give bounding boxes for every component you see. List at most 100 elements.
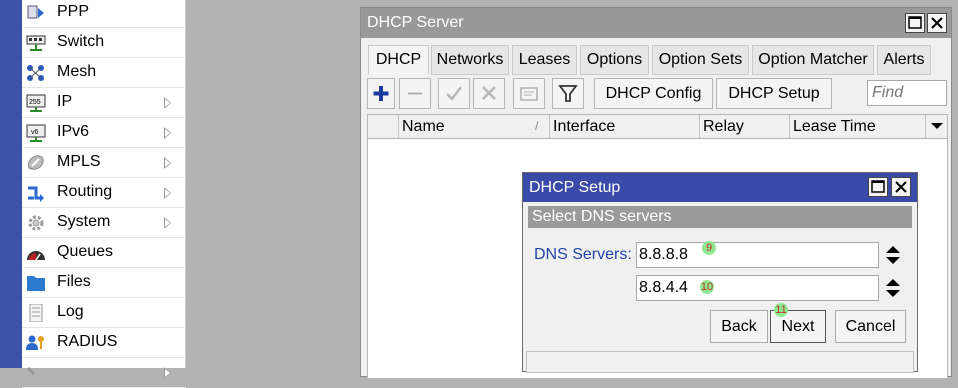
column-header-relay[interactable]: Relay — [699, 115, 789, 138]
step-header: Select DNS servers — [528, 206, 912, 228]
radius-users-icon — [26, 335, 44, 350]
close-button[interactable] — [927, 13, 947, 33]
submenu-arrow-icon — [164, 127, 171, 139]
menu-item-label: IP — [57, 93, 73, 110]
column-header-name[interactable]: Name / — [398, 115, 549, 138]
filter-button[interactable] — [552, 78, 584, 109]
dialog-maximize-button[interactable] — [868, 177, 888, 197]
disable-button[interactable] — [473, 78, 505, 109]
tab-networks[interactable]: Networks — [431, 45, 509, 75]
dns-server-2-spinner-icon[interactable] — [885, 277, 901, 299]
menu-item-label: RADIUS — [57, 333, 118, 350]
menu-item-label: Mesh — [57, 63, 97, 80]
sort-indicator-icon: / — [535, 119, 539, 133]
menu-item-label: IPv6 — [57, 123, 90, 140]
tab-alerts[interactable]: Alerts — [877, 45, 931, 75]
maximize-button[interactable] — [905, 13, 925, 33]
menu-item-label: Routing — [57, 183, 113, 200]
dialog-status-bar — [526, 351, 914, 373]
close-icon — [931, 17, 943, 29]
log-icon — [29, 304, 43, 322]
dhcp-setup-button[interactable]: DHCP Setup — [716, 78, 832, 109]
svg-text:255: 255 — [29, 99, 41, 106]
tab-option-matcher[interactable]: Option Matcher — [752, 45, 874, 75]
dhcp-config-button[interactable]: DHCP Config — [594, 78, 713, 109]
menu-item-switch[interactable]: Switch — [22, 28, 186, 58]
submenu-arrow-icon — [164, 187, 171, 199]
dns-servers-label: DNS Servers: — [534, 246, 632, 263]
menu-item-label: Files — [57, 273, 91, 290]
cancel-button[interactable]: Cancel — [835, 310, 906, 343]
check-icon — [446, 86, 462, 101]
menu-item-system[interactable]: System — [22, 208, 186, 238]
plus-icon — [373, 86, 389, 101]
system-gear-icon — [28, 215, 44, 231]
dialog-titlebar[interactable]: DHCP Setup — [523, 173, 917, 202]
main-menu-sidebar: PPP Switch Mesh 255 IP v6 IPv6 MPLS Rout… — [22, 0, 186, 388]
window-titlebar[interactable]: DHCP Server — [361, 8, 951, 38]
queues-icon — [27, 251, 45, 261]
find-input[interactable] — [867, 80, 947, 106]
submenu-arrow-icon — [164, 157, 171, 169]
menu-item-log[interactable]: Log — [22, 298, 186, 328]
svg-text:v6: v6 — [31, 129, 39, 136]
annotation-marker-10: 10 — [700, 280, 714, 294]
maximize-icon — [871, 180, 885, 193]
comment-button[interactable] — [513, 78, 545, 109]
menu-item-files[interactable]: Files — [22, 268, 186, 298]
menu-item-ip[interactable]: 255 IP — [22, 88, 186, 118]
mesh-icon — [27, 65, 44, 81]
comment-icon — [520, 87, 538, 101]
ppp-icon — [27, 5, 44, 19]
back-button[interactable]: Back — [710, 310, 768, 343]
menu-item-mesh[interactable]: Mesh — [22, 58, 186, 88]
close-icon — [895, 181, 907, 193]
submenu-arrow-icon — [164, 217, 171, 229]
routing-icon — [28, 186, 44, 202]
tab-dhcp[interactable]: DHCP — [368, 45, 429, 75]
ip-icon: 255 — [26, 94, 46, 112]
dns-server-1-spinner-icon[interactable] — [885, 244, 901, 266]
dialog-close-button[interactable] — [891, 177, 911, 197]
menu-item-label: Queues — [57, 243, 114, 260]
tab-leases[interactable]: Leases — [512, 45, 577, 75]
menu-item-label: Switch — [57, 33, 105, 50]
menu-item-tools[interactable] — [22, 358, 186, 388]
dialog-title: DHCP Setup — [529, 179, 621, 196]
menu-item-ipv6[interactable]: v6 IPv6 — [22, 118, 186, 148]
step-title: Select DNS servers — [532, 208, 672, 225]
window-title: DHCP Server — [367, 14, 464, 31]
files-folder-icon — [27, 276, 45, 291]
filter-icon — [558, 85, 578, 102]
remove-button[interactable] — [399, 78, 431, 109]
tab-options[interactable]: Options — [580, 45, 649, 75]
table-header: Name / Interface Relay Lease Time — [367, 114, 948, 139]
menu-item-label: Log — [57, 303, 84, 320]
tools-icon — [26, 366, 36, 376]
x-icon — [482, 86, 496, 100]
left-sidebar-strip — [0, 0, 22, 368]
maximize-icon — [908, 16, 922, 29]
annotation-marker-11: 11 — [774, 303, 788, 317]
menu-item-ppp[interactable]: PPP — [22, 0, 186, 28]
column-header-interface[interactable]: Interface — [549, 115, 699, 138]
menu-item-queues[interactable]: Queues — [22, 238, 186, 268]
dhcp-setup-dialog: DHCP Setup Select DNS servers DNS Server… — [522, 172, 918, 373]
column-header-marker[interactable] — [368, 115, 398, 138]
enable-button[interactable] — [438, 78, 470, 109]
menu-item-routing[interactable]: Routing — [22, 178, 186, 208]
mpls-icon — [27, 155, 44, 170]
column-menu-button[interactable] — [925, 115, 947, 138]
add-button[interactable] — [367, 78, 395, 109]
tab-option-sets[interactable]: Option Sets — [652, 45, 749, 75]
submenu-arrow-icon — [164, 97, 171, 109]
menu-item-label: MPLS — [57, 153, 101, 170]
column-header-lease-time[interactable]: Lease Time — [789, 115, 925, 138]
menu-item-label: PPP — [57, 3, 90, 20]
dns-server-1-input[interactable] — [636, 242, 879, 268]
chevron-down-icon — [931, 123, 943, 129]
dns-server-2-input[interactable] — [636, 275, 879, 301]
menu-item-mpls[interactable]: MPLS — [22, 148, 186, 178]
menu-item-radius[interactable]: RADIUS — [22, 328, 186, 358]
menu-item-label: System — [57, 213, 111, 230]
